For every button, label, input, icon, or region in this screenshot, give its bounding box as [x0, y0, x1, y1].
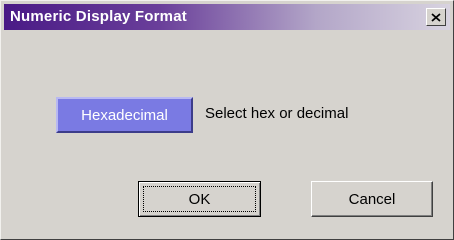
- ok-focus-rect: [143, 186, 256, 212]
- hexadecimal-toggle-label: Hexadecimal: [81, 106, 168, 124]
- title-bar[interactable]: Numeric Display Format: [4, 4, 450, 30]
- cancel-button[interactable]: Cancel: [311, 181, 433, 217]
- hexadecimal-toggle-button[interactable]: Hexadecimal: [56, 97, 193, 133]
- format-description: Select hex or decimal: [205, 105, 349, 122]
- cancel-button-label: Cancel: [348, 190, 396, 208]
- ok-button[interactable]: OK: [138, 181, 261, 217]
- dialog-window: Numeric Display Format Hexadecimal Selec…: [0, 0, 454, 240]
- close-icon: [431, 12, 441, 22]
- close-button[interactable]: [426, 8, 446, 26]
- window-title: Numeric Display Format: [10, 8, 187, 25]
